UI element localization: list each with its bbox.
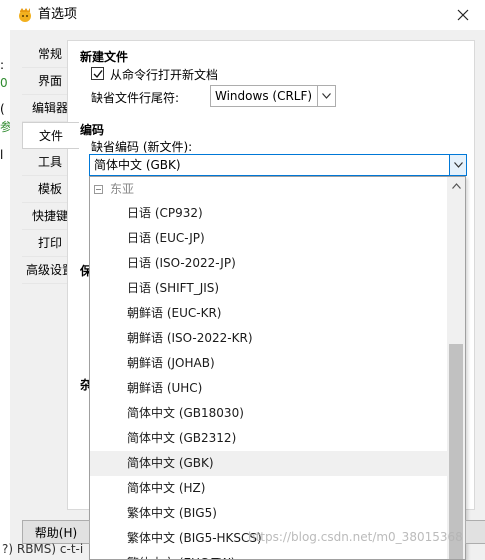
chevron-down-icon	[317, 86, 335, 106]
encoding-option[interactable]: 日语 (ISO-2022-JP)	[90, 251, 448, 276]
encoding-group-east-asian[interactable]: 东亚	[90, 177, 448, 201]
encoding-option[interactable]: 朝鲜语 (JOHAB)	[90, 351, 448, 376]
nav-item-files[interactable]: 文件	[22, 122, 79, 149]
encoding-option[interactable]: 朝鲜语 (UHC)	[90, 376, 448, 401]
background-text: :	[0, 58, 5, 72]
close-icon	[457, 9, 469, 21]
encoding-options: 东亚 日语 (CP932) 日语 (EUC-JP) 日语 (ISO-2022-JP)…	[90, 177, 448, 559]
watermark-text: https://blog.csdn.net/m0_38015368	[248, 530, 463, 544]
encoding-option[interactable]: 日语 (CP932)	[90, 201, 448, 226]
encoding-option[interactable]: 日语 (EUC-JP)	[90, 226, 448, 251]
default-eol-label: 缺省文件行尾符:	[91, 91, 180, 105]
scroll-thumb[interactable]	[449, 344, 463, 559]
chevron-up-icon	[451, 182, 461, 189]
encoding-heading: 编码	[80, 123, 105, 137]
background-text: l	[0, 148, 4, 162]
background-text: 参	[0, 120, 10, 134]
encoding-option[interactable]: 简体中文 (GBK)	[90, 451, 448, 476]
encoding-option[interactable]: 繁体中文 (BIG5)	[90, 501, 448, 526]
background-text: (	[0, 102, 5, 116]
chevron-down-icon	[449, 154, 467, 176]
open-from-cmdline-label[interactable]: 从命令行打开新文档	[110, 66, 218, 83]
encoding-select[interactable]: 简体中文 (GBK)	[89, 154, 467, 176]
encoding-dropdown-list[interactable]: 东亚 日语 (CP932) 日语 (EUC-JP) 日语 (ISO-2022-JP)…	[89, 176, 466, 560]
encoding-option[interactable]: 简体中文 (GB2312)	[90, 426, 448, 451]
app-icon	[17, 7, 33, 23]
encoding-select-value: 简体中文 (GBK)	[94, 158, 181, 172]
new-file-heading: 新建文件	[80, 50, 129, 64]
encoding-option[interactable]: 朝鲜语 (EUC-KR)	[90, 301, 448, 326]
encoding-option[interactable]: 简体中文 (HZ)	[90, 476, 448, 501]
eol-select-value: Windows (CRLF)	[215, 89, 313, 103]
title-bar[interactable]: 首选项	[0, 0, 485, 30]
scroll-up-button[interactable]	[447, 177, 465, 194]
background-app: : 0 ( 参 l	[0, 30, 10, 560]
encoding-option[interactable]: 朝鲜语 (ISO-2022-KR)	[90, 326, 448, 351]
encoding-option[interactable]: 日语 (SHIFT_JIS)	[90, 276, 448, 301]
background-text: 0	[0, 76, 8, 90]
default-encoding-label: 缺省编码 (新文件):	[91, 140, 193, 154]
eol-select[interactable]: Windows (CRLF)	[210, 85, 336, 107]
encoding-group-label: 东亚	[110, 182, 135, 196]
window-title: 首选项	[38, 7, 78, 22]
open-from-cmdline-checkbox[interactable]	[91, 67, 104, 80]
checkmark-icon	[93, 70, 103, 79]
dropdown-scrollbar[interactable]	[447, 177, 465, 559]
collapse-icon[interactable]	[94, 185, 103, 194]
close-button[interactable]	[451, 4, 475, 26]
encoding-option[interactable]: 简体中文 (GB18030)	[90, 401, 448, 426]
